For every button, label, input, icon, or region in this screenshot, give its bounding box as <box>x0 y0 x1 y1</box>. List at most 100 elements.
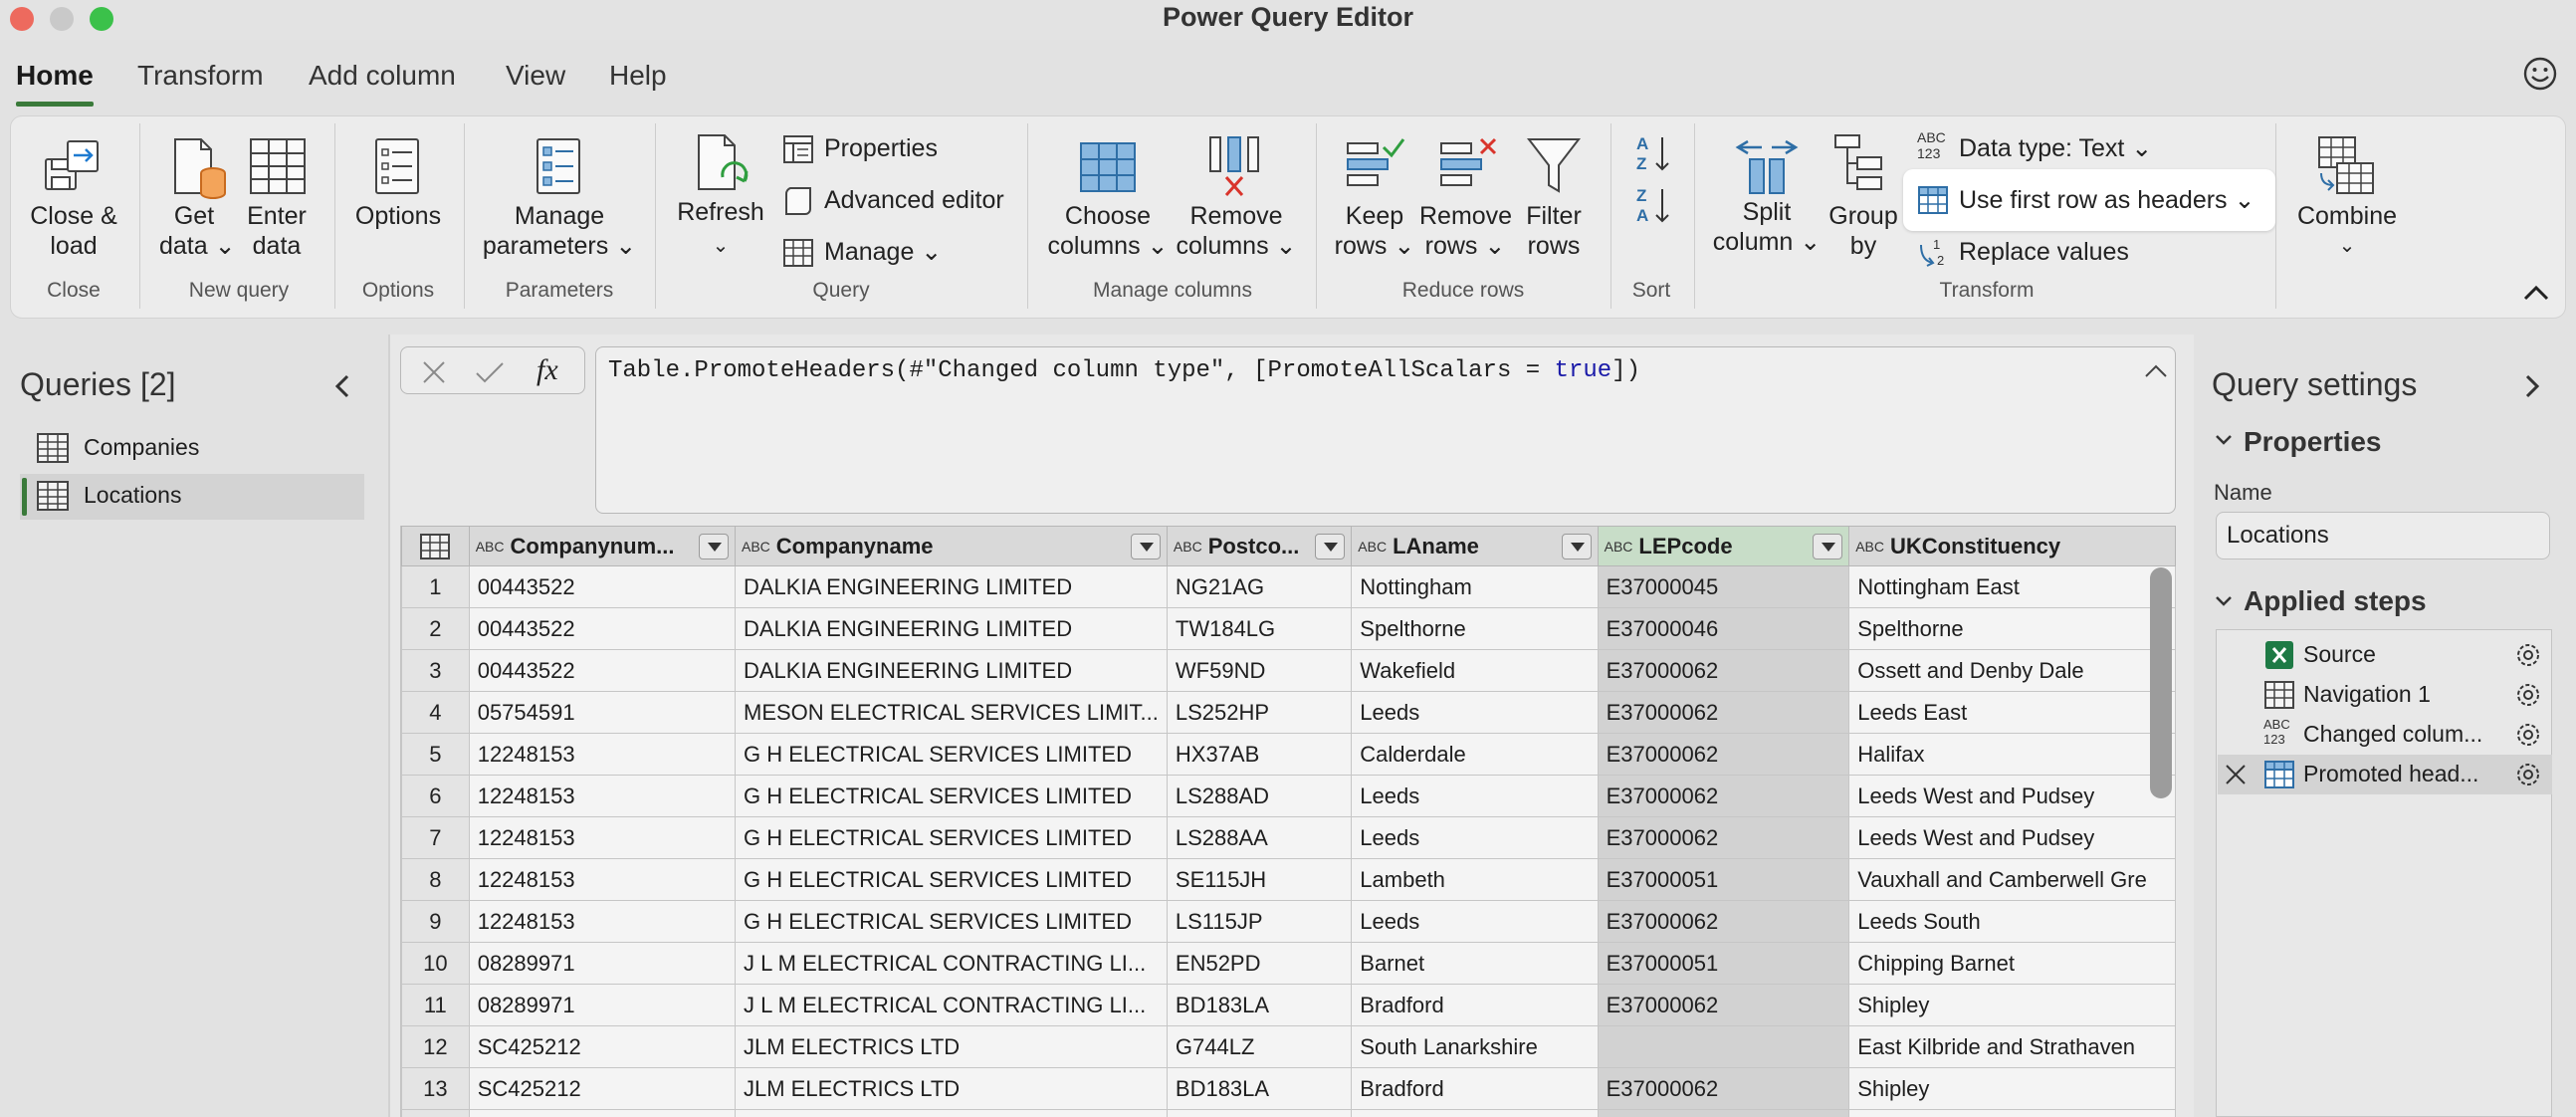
gear-icon[interactable] <box>2512 679 2544 711</box>
column-filter-dropdown[interactable] <box>1315 534 1346 559</box>
table-cell[interactable]: E37000062 <box>1597 775 1850 817</box>
table-cell[interactable]: 00443522 <box>468 565 737 608</box>
table-cell[interactable]: E37000051 <box>1597 858 1850 901</box>
table-cell[interactable]: EN52PD <box>1166 942 1353 985</box>
table-cell[interactable]: 08289971 <box>468 984 737 1026</box>
table-cell[interactable]: BD183LA <box>1166 984 1353 1026</box>
column-header-ukconstituency[interactable]: ABC UKConstituency <box>1848 526 2176 566</box>
step-navigation-1[interactable]: Navigation 1 <box>2218 675 2552 715</box>
commit-formula-icon[interactable] <box>475 359 505 385</box>
table-cell[interactable]: Leeds <box>1351 775 1599 817</box>
table-row[interactable]: 6 12248153 G H ELECTRICAL SERVICES LIMITED… <box>401 775 2176 817</box>
table-cell[interactable]: LS288AD <box>1166 775 1353 817</box>
table-row[interactable]: 4 05754591 MESON ELECTRICAL SERVICES LIMIT… <box>401 691 2176 734</box>
combine-icon[interactable] <box>2315 133 2377 199</box>
table-cell[interactable]: WF59ND <box>1166 649 1353 692</box>
table-cell[interactable]: Leeds South <box>1848 900 2176 943</box>
collapse-queries-icon[interactable] <box>330 372 354 400</box>
collapse-settings-icon[interactable] <box>2520 372 2544 400</box>
data-grid[interactable]: ABC Companynum... ABC Companyname ABC Postc… <box>400 526 2176 1117</box>
table-cell[interactable]: Nottingham <box>1351 565 1599 608</box>
table-cell[interactable]: G H ELECTRICAL SERVICES LIMITED <box>735 858 1168 901</box>
collapse-ribbon-icon[interactable] <box>2522 281 2550 305</box>
table-cell[interactable]: G H ELECTRICAL SERVICES LIMITED <box>735 733 1168 776</box>
table-cell[interactable]: TW184LG <box>1166 607 1353 650</box>
table-cell[interactable]: 12248153 <box>468 900 737 943</box>
table-row[interactable]: 14SC425212JLM ELECTRICS LTD <box>401 1109 2176 1117</box>
enter-data-button[interactable]: Enter data <box>239 201 315 261</box>
sort-ascending-icon[interactable]: A Z <box>1634 131 1674 175</box>
choose-columns-icon[interactable] <box>1077 139 1139 195</box>
formula-text[interactable]: Table.PromoteHeaders(#"Changed column ty… <box>608 357 1640 384</box>
collapse-formula-icon[interactable] <box>2143 361 2169 381</box>
tab-help[interactable]: Help <box>609 60 667 92</box>
table-cell[interactable]: 12248153 <box>468 858 737 901</box>
close-and-load-label[interactable]: Close & load <box>22 201 125 261</box>
close-and-load-icon[interactable] <box>42 135 104 197</box>
table-cell[interactable]: J L M ELECTRICAL CONTRACTING LI... <box>735 942 1168 985</box>
replace-values-button[interactable]: Replace values <box>1959 237 2129 267</box>
data-type-dropdown[interactable]: Data type: Text ⌄ <box>1959 133 2152 163</box>
text-type-icon[interactable]: ABC <box>1174 540 1202 554</box>
table-cell[interactable]: DALKIA ENGINEERING LIMITED <box>735 565 1168 608</box>
column-header-companynumber[interactable]: ABC Companynum... <box>468 526 737 566</box>
table-cell[interactable]: G H ELECTRICAL SERVICES LIMITED <box>735 900 1168 943</box>
table-cell[interactable]: Calderdale <box>1351 733 1599 776</box>
table-cell[interactable]: BD183LA <box>1166 1067 1353 1110</box>
manage-button[interactable]: Manage ⌄ <box>824 237 942 267</box>
tab-add-column[interactable]: Add column <box>309 60 456 92</box>
table-cell[interactable]: Spelthorne <box>1848 607 2176 650</box>
table-cell[interactable]: E37000062 <box>1597 649 1850 692</box>
table-row[interactable]: 10 08289971 J L M ELECTRICAL CONTRACTING L… <box>401 942 2176 985</box>
group-by-icon[interactable] <box>1831 131 1891 195</box>
table-cell[interactable]: E37000045 <box>1597 565 1850 608</box>
tab-view[interactable]: View <box>506 60 565 92</box>
table-row[interactable]: 3 00443522 DALKIA ENGINEERING LIMITED WF59N… <box>401 649 2176 692</box>
refresh-button[interactable]: Refresh <box>669 197 772 227</box>
fx-icon[interactable]: fx <box>537 353 558 387</box>
table-cell[interactable]: E37000062 <box>1597 1067 1850 1110</box>
step-source[interactable]: Source <box>2218 635 2552 675</box>
remove-rows-button[interactable]: Remove rows ⌄ <box>1419 201 1512 261</box>
sort-descending-icon[interactable]: Z A <box>1634 183 1674 227</box>
text-type-icon[interactable]: ABC <box>476 540 505 554</box>
table-cell[interactable]: G744LZ <box>1166 1025 1353 1068</box>
keep-rows-button[interactable]: Keep rows ⌄ <box>1330 201 1419 261</box>
advanced-editor-icon[interactable] <box>782 185 814 217</box>
use-first-row-label[interactable]: Use first row as headers ⌄ <box>1959 185 2254 215</box>
table-cell[interactable]: Spelthorne <box>1351 607 1599 650</box>
step-promoted-headers[interactable]: Promoted head... <box>2218 755 2552 794</box>
query-item-locations[interactable]: Locations <box>20 474 364 520</box>
column-header-lepcode[interactable]: ABC LEPcode <box>1597 526 1850 566</box>
text-type-icon[interactable]: ABC <box>1855 540 1884 554</box>
table-cell[interactable]: Leeds <box>1351 900 1599 943</box>
table-cell[interactable]: DALKIA ENGINEERING LIMITED <box>735 607 1168 650</box>
table-cell[interactable]: JLM ELECTRICS LTD <box>735 1109 1168 1117</box>
table-cell[interactable]: Ossett and Denby Dale <box>1848 649 2176 692</box>
remove-rows-icon[interactable] <box>1437 135 1501 195</box>
table-cell[interactable]: LS252HP <box>1166 691 1353 734</box>
table-row[interactable]: 12 SC425212 JLM ELECTRICS LTD G744LZ South L… <box>401 1025 2176 1068</box>
table-row[interactable]: 7 12248153 G H ELECTRICAL SERVICES LIMITED… <box>401 816 2176 859</box>
table-cell[interactable]: 12248153 <box>468 733 737 776</box>
options-button[interactable]: Options <box>348 201 448 231</box>
remove-columns-icon[interactable] <box>1204 133 1266 199</box>
table-cell[interactable]: SC425212 <box>468 1109 737 1117</box>
text-type-icon[interactable]: ABC <box>1605 540 1633 554</box>
column-filter-dropdown[interactable] <box>1813 534 1843 559</box>
properties-icon[interactable] <box>782 133 814 165</box>
table-cell[interactable]: Nottingham East <box>1848 565 2176 608</box>
table-cell[interactable]: 00443522 <box>468 607 737 650</box>
table-cell[interactable] <box>1848 1109 2176 1117</box>
remove-columns-button[interactable]: Remove columns ⌄ <box>1167 201 1306 261</box>
manage-parameters-button[interactable]: Manage parameters ⌄ <box>478 201 641 261</box>
table-cell[interactable]: J L M ELECTRICAL CONTRACTING LI... <box>735 984 1168 1026</box>
table-row[interactable]: 1 00443522 DALKIA ENGINEERING LIMITED NG21A… <box>401 565 2176 608</box>
table-cell[interactable]: HX37AB <box>1166 733 1353 776</box>
applied-steps-heading[interactable]: Applied steps <box>2244 585 2427 617</box>
table-cell[interactable]: 12248153 <box>468 775 737 817</box>
advanced-editor-button[interactable]: Advanced editor <box>824 185 1004 215</box>
refresh-dropdown-icon[interactable]: ⌄ <box>669 231 772 261</box>
table-cell[interactable]: 08289971 <box>468 942 737 985</box>
group-by-button[interactable]: Group by <box>1824 201 1903 261</box>
